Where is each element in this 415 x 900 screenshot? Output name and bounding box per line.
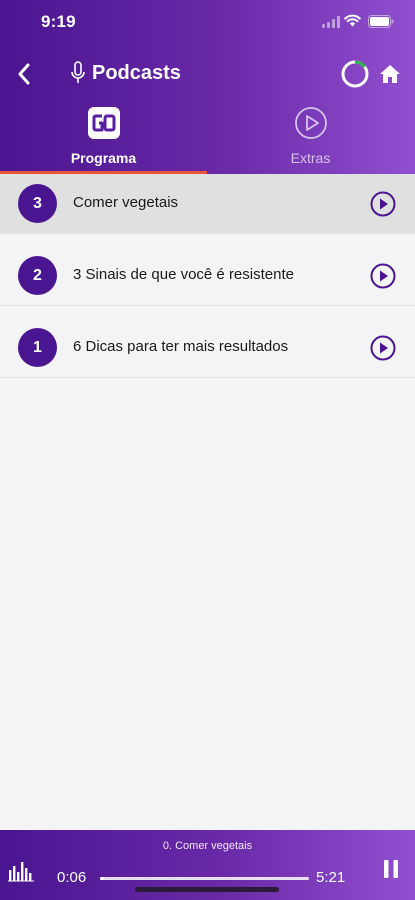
episode-title: 6 Dicas para ter mais resultados <box>73 338 289 355</box>
play-circle-icon[interactable] <box>370 335 396 361</box>
pause-icon[interactable] <box>380 858 402 880</box>
tab-programa[interactable]: Programa <box>0 100 207 174</box>
cellular-signal-icon <box>322 16 340 28</box>
seek-bar[interactable] <box>100 877 309 880</box>
play-circle-icon[interactable] <box>370 263 396 289</box>
mini-player: 0. Comer vegetais 0:06 5:21 <box>0 830 415 900</box>
header: 9:19 Podcasts Programa Extras <box>0 0 415 174</box>
home-indicator <box>135 887 279 892</box>
home-icon[interactable] <box>378 62 402 86</box>
back-button[interactable] <box>10 60 38 88</box>
episode-row[interactable]: 3 Comer vegetais <box>0 174 415 234</box>
episode-number-badge: 2 <box>18 256 57 295</box>
play-circle-icon[interactable] <box>370 191 396 217</box>
go-logo-icon <box>88 107 120 139</box>
total-time: 5:21 <box>316 869 346 886</box>
seek-bar-fill <box>100 877 105 880</box>
tab-label: Extras <box>290 150 331 166</box>
episode-title: 3 Sinais de que você é resistente <box>73 266 294 283</box>
tab-bar: Programa Extras <box>0 100 415 174</box>
play-circle-icon <box>295 107 327 139</box>
episode-list: 3 Comer vegetais 2 3 Sinais de que você … <box>0 174 415 378</box>
chevron-left-icon <box>18 63 30 85</box>
page-title: Podcasts <box>92 61 181 84</box>
equalizer-icon[interactable] <box>8 858 34 882</box>
status-time: 9:19 <box>41 12 76 31</box>
status-bar: 9:19 <box>0 0 415 44</box>
episode-row[interactable]: 1 6 Dicas para ter mais resultados <box>0 318 415 378</box>
now-playing-title: 0. Comer vegetais <box>162 840 253 852</box>
tab-label: Programa <box>70 150 137 166</box>
episode-number-badge: 1 <box>18 328 57 367</box>
microphone-icon <box>71 61 85 83</box>
tab-extras[interactable]: Extras <box>207 100 414 174</box>
battery-icon <box>368 15 394 28</box>
elapsed-time: 0:06 <box>57 869 87 886</box>
episode-number-badge: 3 <box>18 184 57 223</box>
wifi-icon <box>344 14 361 27</box>
nav-bar: Podcasts <box>0 52 415 96</box>
progress-ring-icon[interactable] <box>340 59 370 89</box>
episode-title: Comer vegetais <box>73 194 179 211</box>
nav-title-group: Podcasts <box>70 61 181 85</box>
episode-row[interactable]: 2 3 Sinais de que você é resistente <box>0 246 415 306</box>
